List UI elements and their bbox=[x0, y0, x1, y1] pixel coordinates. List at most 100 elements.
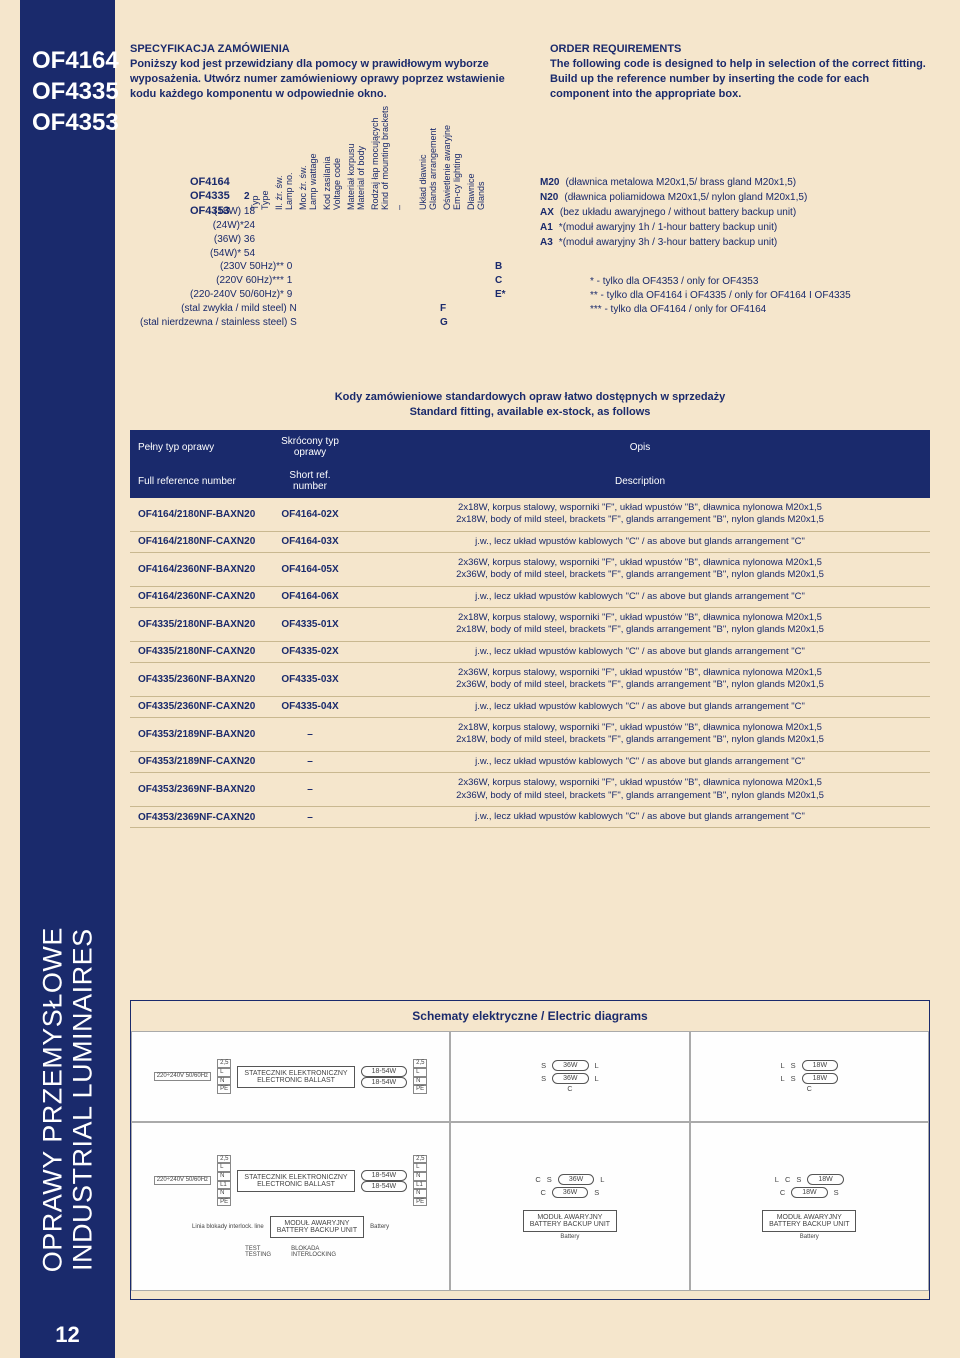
col-label: Dławnice bbox=[466, 173, 476, 210]
sidebar-category-title: OPRAWY PRZEMYSŁOWE INDUSTRIAL LUMINAIRES bbox=[38, 927, 97, 1272]
fuse-label: 2,5 bbox=[413, 1059, 427, 1068]
starter-label: S bbox=[547, 1175, 552, 1184]
th-full-en: Full reference number bbox=[130, 464, 270, 498]
cell-full-ref: OF4164/2180NF-CAXN20 bbox=[130, 531, 270, 552]
cell-description: 2x36W, korpus stalowy, wsporniki "F", uk… bbox=[350, 663, 930, 697]
starter-label: S bbox=[796, 1175, 801, 1184]
col-label: Material of body bbox=[356, 146, 366, 210]
spec-body-en: The following code is designed to help i… bbox=[550, 57, 930, 102]
fuse-label: 2,5 bbox=[217, 1059, 231, 1068]
diagram-ballast-1: 220÷240V 50/60Hz 2,5LNPE STATECZNIK ELEK… bbox=[131, 1031, 450, 1122]
th-desc-pl: Opis bbox=[350, 430, 930, 464]
col-label: Lamp no. bbox=[284, 172, 294, 210]
voltage-label: 220÷240V 50/60Hz bbox=[154, 1072, 211, 1081]
battery-label: Battery bbox=[560, 1234, 579, 1240]
gland-desc: (dławnica metalowa M20x1,5/ brass gland … bbox=[565, 177, 796, 188]
col-label: Glands bbox=[476, 181, 486, 210]
wattage-opt: (54W)* 54 bbox=[210, 247, 255, 261]
cell-short-ref: – bbox=[270, 751, 350, 772]
lamp-label: 18-54W bbox=[361, 1077, 408, 1088]
gland-desc: (dławnica poliamidowa M20x1,5/ nylon gla… bbox=[564, 192, 807, 203]
lamp-label: 18W bbox=[802, 1073, 838, 1084]
cell-description: j.w., lecz układ wpustów kablowych "C" /… bbox=[350, 806, 930, 827]
builder-brackets: F G bbox=[440, 302, 448, 330]
cell-description: 2x36W, korpus stalowy, wsporniki "F", uk… bbox=[350, 773, 930, 807]
builder-glandarr: B C E* bbox=[495, 260, 506, 302]
interlock-line: Linia blokady interlock. line bbox=[192, 1224, 264, 1230]
cell-short-ref: OF4164-02X bbox=[270, 498, 350, 531]
page-number: 12 bbox=[20, 1322, 115, 1348]
test-label: TESTTESTING bbox=[245, 1246, 271, 1258]
cell-full-ref: OF4353/2369NF-BAXN20 bbox=[130, 773, 270, 807]
starter-label: S bbox=[541, 1061, 546, 1070]
availability-en: Standard fitting, available ex-stock, as… bbox=[130, 405, 930, 420]
lamp-label: 18-54W bbox=[361, 1181, 408, 1192]
col-label: Il. źr. św. bbox=[274, 175, 284, 210]
cell-full-ref: OF4335/2360NF-CAXN20 bbox=[130, 696, 270, 717]
bracket-opt: G bbox=[440, 316, 448, 330]
col-label: Glands arrangement bbox=[428, 128, 438, 210]
diagram-ballast-bbu: 220÷240V 50/60Hz 2,5LNL1NPE STATECZNIK E… bbox=[131, 1122, 450, 1291]
th-desc-en: Description bbox=[350, 464, 930, 498]
lamp-label: 36W bbox=[552, 1187, 588, 1198]
builder-lamp-count: 2 bbox=[240, 190, 250, 204]
diagrams-panel: Schematy elektryczne / Electric diagrams… bbox=[130, 1000, 930, 1300]
builder-voltages: (230V 50Hz)** 0 (220V 60Hz)*** 1 (220-24… bbox=[190, 260, 292, 302]
cell-description: j.w., lecz układ wpustów kablowych "C" /… bbox=[350, 641, 930, 662]
builder-footnotes: * - tylko dla OF4353 / only for OF4353 *… bbox=[590, 275, 851, 317]
cell-description: 2x18W, korpus stalowy, wsporniki "F", uk… bbox=[350, 498, 930, 531]
cell-short-ref: OF4335-04X bbox=[270, 696, 350, 717]
material-opt: (stal nierdzewna / stainless steel) S bbox=[140, 316, 297, 330]
builder-materials: (stal zwykła / mild steel) N (stal nierd… bbox=[140, 302, 297, 330]
voltage-opt: (230V 50Hz)** 0 bbox=[190, 260, 292, 274]
fuse-label: 2,5 bbox=[413, 1155, 427, 1164]
starter-label: S bbox=[594, 1188, 599, 1197]
emcy-desc: *(moduł awaryjny 3h / 3-hour battery bac… bbox=[559, 237, 777, 248]
diagram-18w: LS18W LS18W C bbox=[690, 1031, 929, 1122]
col-label: Moc źr. św. bbox=[298, 165, 308, 210]
cell-full-ref: OF4164/2180NF-BAXN20 bbox=[130, 498, 270, 531]
table-row: OF4335/2360NF-BAXN20OF4335-03X2x36W, kor… bbox=[130, 663, 930, 697]
lamp-label: 18W bbox=[791, 1187, 827, 1198]
emcy-desc: *(moduł awaryjny 1h / 1-hour battery bac… bbox=[559, 222, 777, 233]
builder-wattages: (18W) 18 (24W)*24 (36W) 36 (54W)* 54 bbox=[210, 205, 255, 261]
cell-short-ref: OF4164-05X bbox=[270, 553, 350, 587]
spec-title-pl: SPECYFIKACJA ZAMÓWIENIA bbox=[130, 42, 510, 57]
terminal-block: 220÷240V 50/60Hz bbox=[154, 1072, 211, 1081]
spec-header: SPECYFIKACJA ZAMÓWIENIA Poniższy kod jes… bbox=[130, 42, 930, 101]
lamp-label: 36W bbox=[552, 1060, 588, 1071]
glandarr-opt: E* bbox=[495, 288, 506, 302]
table-row: OF4335/2180NF-CAXN20OF4335-02Xj.w., lecz… bbox=[130, 641, 930, 662]
cell-short-ref: OF4164-06X bbox=[270, 586, 350, 607]
bbu-block: MODUŁ AWARYJNY BATTERY BACKUP UNIT bbox=[523, 1210, 617, 1232]
col-label: Type bbox=[260, 190, 270, 210]
model-code: OF4164 bbox=[32, 45, 105, 76]
col-label: Oświetlenie awaryjne bbox=[442, 125, 452, 210]
col-label: Em-cy lighting bbox=[452, 153, 462, 210]
bbu-block: MODUŁ AWARYJNY BATTERY BACKUP UNIT bbox=[762, 1210, 856, 1232]
ballast-block: STATECZNIK ELEKTRONICZNY ELECTRONIC BALL… bbox=[237, 1066, 354, 1088]
lamp-no-value: 2 bbox=[244, 191, 250, 202]
wattage-opt: (24W)*24 bbox=[210, 219, 255, 233]
builder-type: OF4164 bbox=[190, 175, 230, 189]
material-opt: (stal zwykła / mild steel) N bbox=[140, 302, 297, 316]
cell-short-ref: OF4335-02X bbox=[270, 641, 350, 662]
cell-full-ref: OF4353/2189NF-CAXN20 bbox=[130, 751, 270, 772]
cell-description: j.w., lecz układ wpustów kablowych "C" /… bbox=[350, 696, 930, 717]
lamp-label: 36W bbox=[558, 1174, 594, 1185]
cell-full-ref: OF4164/2360NF-CAXN20 bbox=[130, 586, 270, 607]
spec-en: ORDER REQUIREMENTS The following code is… bbox=[550, 42, 930, 101]
col-label: Układ dławnic bbox=[418, 154, 428, 210]
emcy-code: AX bbox=[540, 207, 554, 218]
col-label: Lamp wattage bbox=[308, 153, 318, 210]
th-short-pl: Skrócony typ oprawy bbox=[270, 430, 350, 464]
footnote: * - tylko dla OF4353 / only for OF4353 bbox=[590, 275, 851, 289]
table-row: OF4164/2360NF-CAXN20OF4164-06Xj.w., lecz… bbox=[130, 586, 930, 607]
fuse-label: 2,5 bbox=[217, 1155, 231, 1164]
battery-label: Battery bbox=[800, 1234, 819, 1240]
spec-title-en: ORDER REQUIREMENTS bbox=[550, 42, 930, 57]
col-label: Materiał korpusu bbox=[346, 143, 356, 210]
lamp-label: 18W bbox=[802, 1060, 838, 1071]
cell-description: 2x36W, korpus stalowy, wsporniki "F", uk… bbox=[350, 553, 930, 587]
builder-column-labels: TypType Il. źr. św.Lamp no. Moc źr. św.L… bbox=[250, 130, 490, 210]
